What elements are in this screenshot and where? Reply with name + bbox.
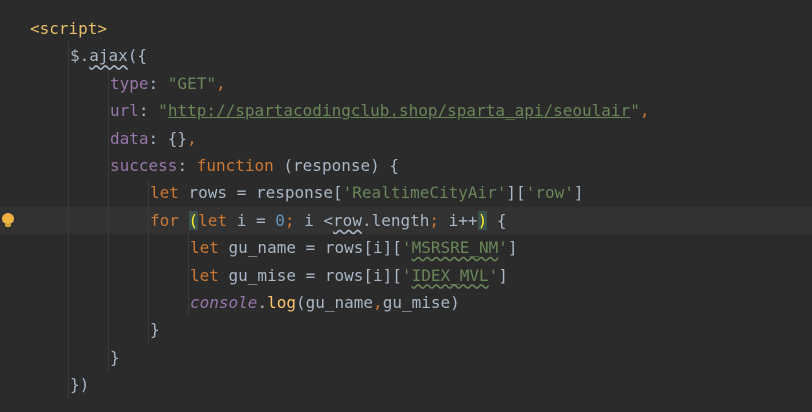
code-token: let — [190, 238, 229, 258]
code-token: (gu_name — [295, 292, 374, 312]
code-token: IDEX_MVL — [411, 265, 489, 285]
code-token: ) — [477, 210, 488, 230]
code-token: ] — [507, 238, 518, 258]
code-token: "GET" — [167, 73, 216, 93]
code-token: , — [187, 128, 197, 148]
code-line[interactable]: url: "http://spartacodingclub.shop/spart… — [30, 97, 812, 125]
code-line[interactable]: data: {}, — [30, 124, 812, 152]
code-token: gu_mise) — [382, 292, 460, 312]
code-token: http://spartacodingclub.shop/sparta_api/… — [167, 101, 631, 121]
code-token: ] — [573, 183, 584, 203]
code-token: : — [177, 155, 197, 175]
code-token: : {} — [148, 128, 188, 148]
code-line[interactable]: success: function (response) { — [30, 151, 812, 180]
code-token: ( — [188, 210, 199, 230]
code-line[interactable]: <script> — [30, 15, 812, 42]
code-token: success — [110, 155, 178, 175]
code-token: " — [158, 101, 168, 121]
code-token: (response) { — [283, 155, 399, 175]
code-token: let — [150, 183, 189, 203]
code-token: ; — [284, 210, 305, 230]
code-token: 'row' — [525, 183, 574, 203]
code-line[interactable]: } — [30, 316, 812, 344]
code-token: 'RealtimeCityAir' — [342, 183, 507, 203]
code-token: console — [190, 292, 258, 312]
code-token: { — [487, 210, 507, 230]
code-token: , — [215, 73, 226, 93]
code-token: : — [148, 73, 168, 93]
code-line[interactable]: let rows = response['RealtimeCityAir']['… — [30, 179, 812, 207]
code-line[interactable]: type: "GET", — [30, 69, 812, 98]
code-token: ' — [488, 265, 499, 285]
code-line[interactable]: } — [30, 343, 812, 372]
code-token: i = — [236, 210, 276, 230]
code-token: rows = response[ — [188, 183, 343, 203]
code-line[interactable]: }) — [30, 371, 812, 399]
code-line[interactable]: for (let i = 0; i <row.length; i++) { — [0, 206, 812, 235]
code-token: MSRSRE_NM — [411, 238, 499, 258]
code-token: url — [110, 101, 139, 121]
code-token: 0 — [275, 210, 285, 230]
code-token: let — [198, 210, 237, 230]
code-token: .length — [361, 210, 430, 230]
code-token: ][ — [506, 183, 526, 203]
code-line[interactable]: $.ajax({ — [30, 42, 812, 70]
code-token: gu_mise = rows[i][ — [228, 265, 402, 285]
code-token: ' — [498, 238, 508, 258]
code-token: ({ — [127, 46, 148, 66]
code-token: function — [196, 155, 284, 175]
code-token: row — [333, 210, 362, 230]
code-token: " — [630, 101, 640, 121]
code-token: ajax — [89, 46, 128, 66]
code-area[interactable]: <script> $.ajax({type: "GET", url: "http:/… — [0, 15, 812, 399]
code-token: }) — [70, 375, 90, 395]
code-token: ' — [401, 238, 412, 258]
code-token: data — [110, 128, 149, 148]
code-token: type — [110, 73, 149, 93]
lightbulb-icon[interactable] — [2, 212, 14, 227]
code-token: : — [138, 101, 159, 121]
code-editor[interactable]: <script> $.ajax({type: "GET", url: "http:/… — [0, 0, 812, 412]
code-token: gu_name = rows[i][ — [228, 238, 402, 258]
code-token: } — [110, 347, 120, 367]
code-token: i < — [304, 210, 334, 230]
code-token: , — [373, 292, 383, 312]
code-token: log — [267, 292, 296, 312]
code-token: ' — [401, 265, 412, 285]
code-token: ; — [429, 210, 449, 230]
code-line[interactable]: let gu_name = rows[i]['MSRSRE_NM'] — [30, 234, 812, 262]
code-token: i++ — [448, 210, 478, 230]
code-token: ] — [498, 265, 508, 285]
code-line[interactable]: console.log(gu_name,gu_mise) — [30, 288, 812, 317]
code-token: } — [150, 320, 160, 340]
code-token: <script> — [30, 19, 108, 38]
code-line[interactable]: let gu_mise = rows[i]['IDEX_MVL'] — [30, 261, 812, 289]
code-token: for — [150, 210, 189, 230]
code-token: let — [190, 265, 229, 285]
code-token: . — [257, 292, 268, 312]
code-token: $. — [70, 46, 90, 66]
code-token: , — [639, 101, 650, 121]
